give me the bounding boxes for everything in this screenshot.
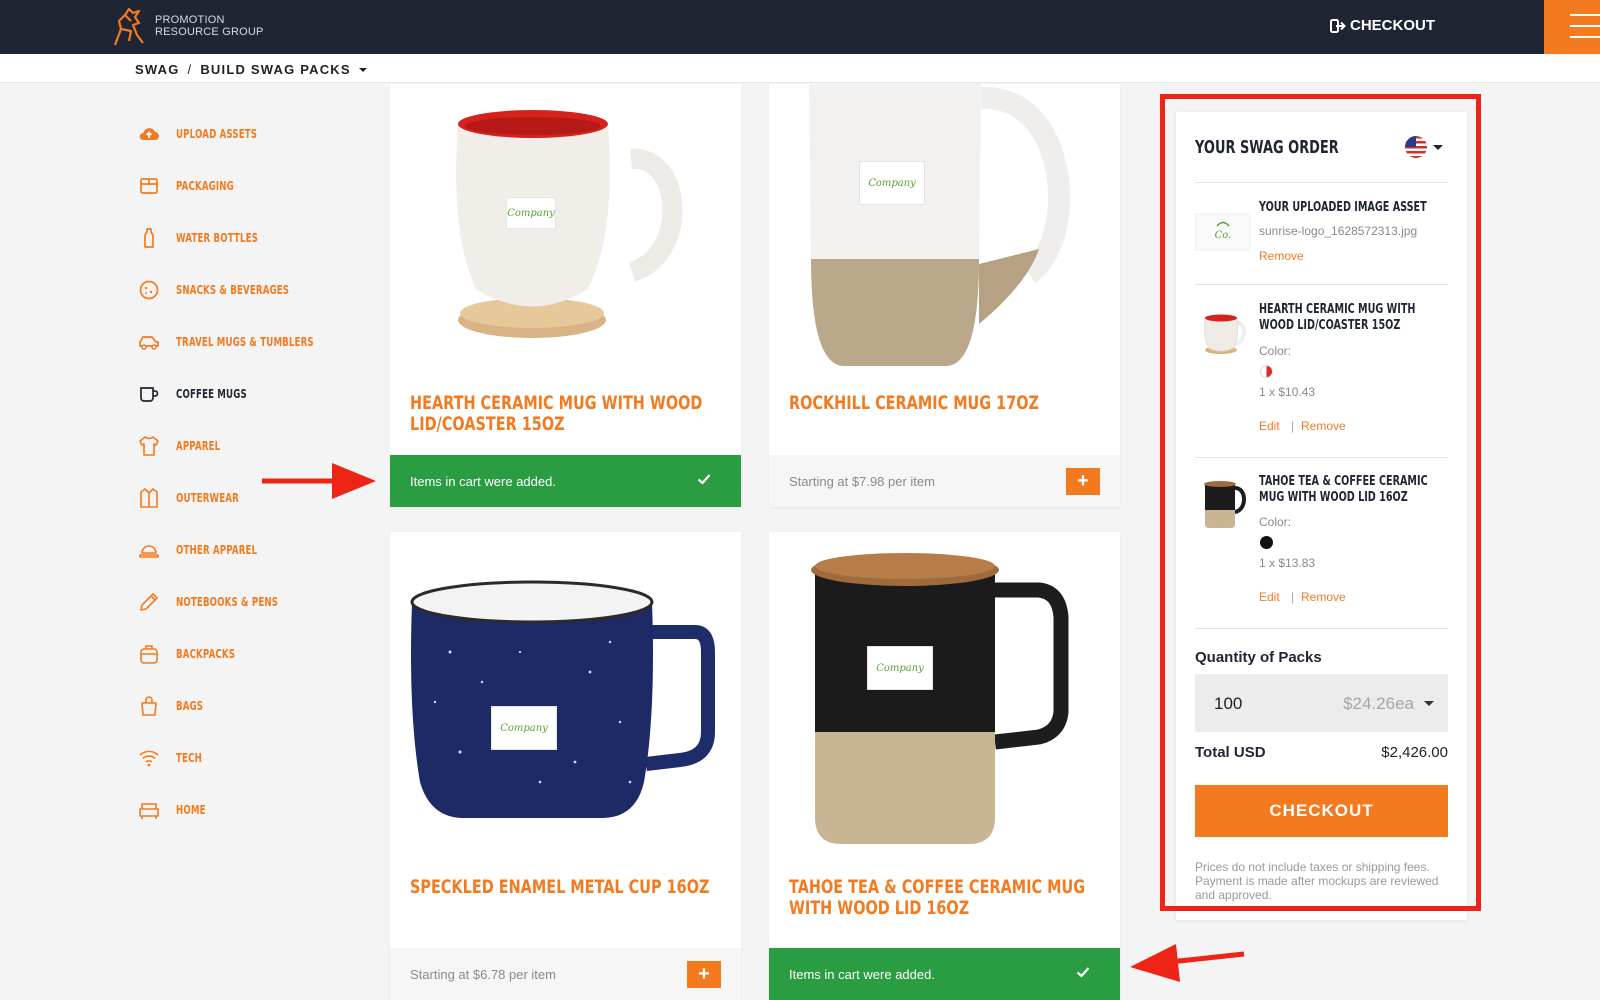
annotation-arrow-icon [1130, 944, 1245, 982]
wifi-icon [139, 750, 159, 767]
added-message: Items in cart were added. [410, 474, 556, 489]
sidebar-item-bags[interactable]: BAGS [138, 694, 203, 718]
product-card[interactable]: Company TAHOE TEA & COFFEE CERAMIC MUG W… [769, 532, 1120, 1000]
add-to-pack-button[interactable]: + [1066, 468, 1100, 495]
jacket-icon [140, 488, 158, 508]
bag-icon [141, 696, 157, 716]
product-image [456, 110, 683, 338]
product-image [809, 84, 1071, 366]
added-to-cart-banner: Items in cart were added. [769, 948, 1120, 1000]
sidebar-item-label: SNACKS & BEVERAGES [176, 283, 290, 297]
product-card[interactable]: Company ROCKHILL CERAMIC MUG 17OZ Starti… [769, 84, 1120, 507]
sidebar-item-snacks-beverages[interactable]: SNACKS & BEVERAGES [138, 278, 289, 302]
sidebar-item-label: COFFEE MUGS [176, 387, 247, 401]
product-title[interactable]: HEARTH CERAMIC MUG WITH WOOD LID/COASTER… [410, 393, 722, 435]
sign-out-icon [1330, 18, 1346, 33]
product-title[interactable]: TAHOE TEA & COFFEE CERAMIC MUG WITH WOOD… [789, 877, 1101, 919]
sidebar-item-home[interactable]: HOME [138, 798, 206, 822]
sidebar-item-label: HOME [176, 803, 206, 817]
sidebar-item-label: PACKAGING [176, 179, 234, 193]
header-checkout-link[interactable]: CHECKOUT [1330, 17, 1435, 34]
sidebar-item-other-apparel[interactable]: OTHER APPAREL [138, 538, 257, 562]
breadcrumb-root[interactable]: SWAG [135, 62, 180, 77]
company-logo-patch: Company [867, 646, 933, 690]
pen-icon [140, 593, 158, 611]
breadcrumb-bar: SWAG / BUILD SWAG PACKS [0, 54, 1600, 83]
horse-logo-icon [113, 7, 144, 46]
menu-line [1570, 25, 1600, 27]
product-price: Starting at $7.98 per item [789, 474, 935, 489]
company-logo-patch: Company [491, 706, 557, 750]
product-footer: Starting at $6.78 per item + [390, 948, 741, 1000]
sidebar-item-water-bottles[interactable]: WATER BOTTLES [138, 226, 258, 250]
hat-icon [139, 545, 159, 558]
cloud-upload-icon [139, 128, 159, 140]
checkmark-icon [1076, 967, 1090, 978]
sidebar-item-travel-mugs[interactable]: TRAVEL MUGS & TUMBLERS [138, 330, 314, 354]
highlight-outline [1160, 94, 1481, 911]
sidebar-item-coffee-mugs[interactable]: COFFEE MUGS [138, 382, 247, 406]
product-title[interactable]: SPECKLED ENAMEL METAL CUP 16OZ [410, 877, 722, 898]
backpack-icon [140, 645, 158, 664]
sidebar-item-label: OTHER APPAREL [176, 543, 258, 557]
menu-line [1570, 14, 1600, 16]
sidebar-item-label: UPLOAD ASSETS [176, 127, 258, 141]
sidebar-item-label: OUTERWEAR [176, 491, 239, 505]
company-logo-patch: Company [859, 161, 925, 205]
sidebar-item-upload-assets[interactable]: UPLOAD ASSETS [138, 122, 257, 146]
product-footer: Starting at $7.98 per item + [769, 455, 1120, 507]
sidebar-item-label: TECH [176, 751, 202, 765]
breadcrumb-separator: / [187, 62, 193, 77]
box-icon [140, 178, 158, 194]
logo-patch-text: Company [500, 722, 548, 734]
breadcrumb-current[interactable]: BUILD SWAG PACKS [200, 62, 350, 77]
sidebar-item-label: BAGS [176, 699, 204, 713]
add-to-pack-button[interactable]: + [687, 961, 721, 988]
logo-patch-text: Company [868, 177, 916, 189]
product-price: Starting at $6.78 per item [410, 967, 556, 982]
logo-patch-text: Company [876, 662, 924, 674]
product-card[interactable]: Company HEARTH CERAMIC MUG WITH WOOD LID… [390, 84, 741, 507]
sidebar-item-label: WATER BOTTLES [176, 231, 259, 245]
menu-line [1570, 36, 1600, 38]
added-to-cart-banner: Items in cart were added. [390, 455, 741, 507]
sidebar-item-outerwear[interactable]: OUTERWEAR [138, 486, 239, 510]
added-message: Items in cart were added. [789, 967, 935, 982]
logo-patch-text: Company [507, 207, 555, 219]
annotation-arrow-icon [262, 463, 376, 499]
sidebar-item-label: NOTEBOOKS & PENS [176, 595, 279, 609]
brand-logo[interactable]: PROMOTION RESOURCE GROUP [109, 5, 264, 47]
product-title[interactable]: ROCKHILL CERAMIC MUG 17OZ [789, 393, 1101, 414]
sidebar-item-label: TRAVEL MUGS & TUMBLERS [176, 335, 314, 349]
product-card[interactable]: Company SPECKLED ENAMEL METAL CUP 16OZ S… [390, 532, 741, 1000]
home-sofa-icon [139, 803, 159, 819]
sidebar-item-tech[interactable]: TECH [138, 746, 202, 770]
cookie-icon [139, 280, 159, 300]
mug-icon [140, 387, 159, 402]
sidebar-item-apparel[interactable]: APPAREL [138, 434, 220, 458]
sidebar-item-label: BACKPACKS [176, 647, 236, 661]
chevron-down-icon[interactable] [358, 67, 367, 72]
tshirt-icon [139, 436, 159, 456]
company-logo-patch: Company [506, 197, 556, 229]
brand-line-1: PROMOTION [155, 14, 225, 26]
car-icon [139, 336, 159, 350]
sidebar-item-backpacks[interactable]: BACKPACKS [138, 642, 235, 666]
checkmark-icon [697, 474, 711, 485]
product-image [410, 580, 715, 818]
brand-name: PROMOTION RESOURCE GROUP [155, 14, 264, 38]
sidebar-item-packaging[interactable]: PACKAGING [138, 174, 234, 198]
header-checkout-label: CHECKOUT [1350, 17, 1435, 34]
sidebar-item-notebooks-pens[interactable]: NOTEBOOKS & PENS [138, 590, 278, 614]
top-navbar: PROMOTION RESOURCE GROUP CHECKOUT [0, 0, 1600, 54]
sidebar-item-label: APPAREL [176, 439, 221, 453]
brand-line-2: RESOURCE GROUP [155, 26, 264, 38]
menu-button[interactable] [1544, 0, 1600, 54]
breadcrumb: SWAG / BUILD SWAG PACKS [135, 62, 367, 77]
product-image [811, 553, 1069, 844]
bottle-icon [144, 228, 154, 248]
